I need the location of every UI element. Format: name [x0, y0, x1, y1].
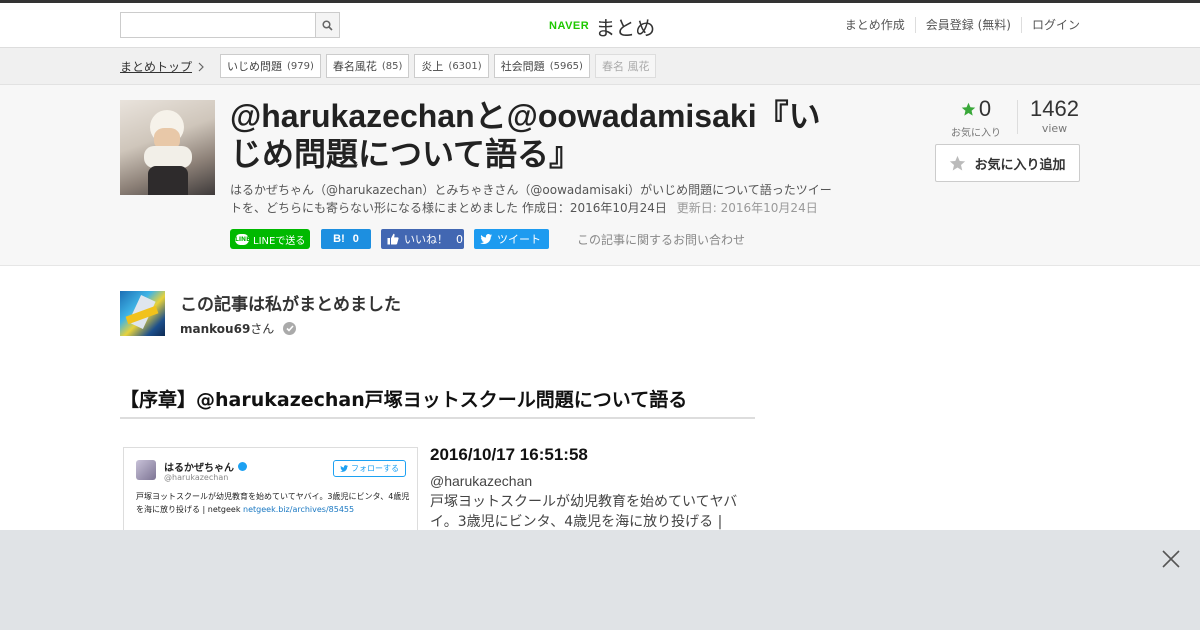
tag-label: いじめ問題 [227, 60, 282, 73]
twitter-bird-icon [340, 465, 348, 472]
hatena-b-icon: B! [333, 233, 345, 245]
tag-label: 社会問題 [500, 60, 545, 73]
breadcrumb-top-label: まとめトップ [120, 60, 193, 74]
facebook-like-label: いいね！ [404, 233, 448, 246]
thumbs-up-icon [387, 233, 399, 245]
check-circle-icon [283, 322, 297, 335]
search-button[interactable] [315, 13, 339, 37]
tag-harunafuka[interactable]: 春名風花 (85) [325, 54, 410, 78]
line-icon: LINE [235, 233, 251, 245]
tag-count: (5965) [549, 60, 583, 72]
author-suffix: さん [250, 322, 275, 336]
login-link[interactable]: ログイン [1020, 17, 1080, 33]
add-favorite-button[interactable]: お気に入り追加 [935, 144, 1080, 182]
inquiry-link[interactable]: この記事に関するお問い合わせ [577, 231, 745, 248]
twitter-bird-icon [480, 234, 492, 244]
tag-label: 炎上 [421, 60, 444, 73]
tag-ijime[interactable]: いじめ問題 (979) [220, 54, 321, 78]
section-heading: 【序章】@harukazechan戸塚ヨットスクール問題について語る [120, 385, 755, 419]
chevron-right-icon [198, 62, 204, 71]
site-header: NAVER まとめ まとめ作成 会員登録 (無料) ログイン [0, 3, 1200, 48]
breadcrumb-bar: まとめトップ いじめ問題 (979) 春名風花 (85) 炎上 (6301) 社… [0, 48, 1200, 85]
tweet-date: 2016/10/17 16:51:58 [430, 445, 588, 464]
stat-divider [1017, 100, 1018, 134]
author-name-link[interactable]: mankou69 [180, 322, 250, 336]
tweet-screenshot[interactable]: はるかぜちゃん @harukazechan フォローする 戸塚ヨットスクールが幼… [123, 447, 418, 542]
tweet-author-handle: @harukazechan [164, 473, 229, 482]
author-heading: この記事は私がまとめました [180, 295, 401, 315]
view-count: 1462 [1030, 96, 1079, 121]
hatena-bookmark-button[interactable]: B! 0 [321, 229, 371, 249]
tag-enjou[interactable]: 炎上 (6301) [414, 54, 489, 78]
line-share-label: LINEで送る [253, 235, 306, 247]
verified-badge-icon [238, 462, 247, 471]
header-nav: まとめ作成 会員登録 (無料) ログイン [835, 17, 1080, 33]
site-logo[interactable]: NAVER まとめ [549, 11, 655, 41]
tweet-image-text: 戸塚ヨットスクールが幼児教育を始めていてヤバイ。3歳児にビンタ、4歳児を海に放り… [136, 490, 411, 516]
tweet-avatar [136, 460, 156, 480]
tag-count: (85) [381, 60, 403, 72]
follow-button: フォローする [333, 460, 406, 477]
search-icon [322, 19, 333, 31]
updated-date: 更新日: 2016年10月24日 [676, 201, 818, 215]
share-bar: LINE LINEで送る B! 0 いいね！ 0 ツイート この記事に関するお問… [230, 229, 745, 249]
ad-overlay [0, 530, 1200, 630]
search-box [120, 12, 340, 38]
facebook-like-count: 0 [456, 232, 463, 246]
tag-shakaimondai[interactable]: 社会問題 (5965) [493, 54, 590, 78]
tweet-label: ツイート [497, 233, 541, 246]
logo-naver-text: NAVER [549, 20, 590, 32]
search-input[interactable] [121, 13, 315, 37]
logo-matome-text: まとめ [595, 15, 656, 40]
tag-count: (979) [287, 60, 314, 72]
create-matome-link[interactable]: まとめ作成 [835, 17, 915, 33]
tag-list: いじめ問題 (979) 春名風花 (85) 炎上 (6301) 社会問題 (59… [220, 54, 657, 78]
tweet-author: はるかぜちゃん [164, 459, 247, 474]
tweet-image-link: netgeek.biz/archives/85455 [243, 505, 355, 514]
close-icon[interactable] [1160, 548, 1182, 570]
tag-label: 春名風花 [332, 60, 377, 73]
tweet-user[interactable]: @harukazechan [430, 473, 532, 489]
register-link[interactable]: 会員登録 (無料) [914, 17, 1021, 33]
view-stat: 1462 view [1027, 96, 1082, 135]
favorite-stat: 0 お気に入り [951, 96, 1001, 139]
author-info: mankou69 さん [180, 320, 297, 337]
star-icon [950, 155, 966, 170]
breadcrumb-top-link[interactable]: まとめトップ [120, 58, 205, 75]
hatena-count: 0 [352, 233, 359, 245]
article-thumbnail [120, 100, 215, 195]
star-icon [961, 102, 976, 116]
tweet-text: 戸塚ヨットスクールが幼児教育を始めていてヤバイ。3歳児にビンタ、4歳児を海に放り… [430, 494, 738, 530]
follow-label: フォローする [351, 464, 399, 473]
tag-label: 春名 風花 [601, 60, 650, 73]
article-description: はるかぜちゃん（@harukazechan）とみちゃきさん（@oowadamis… [230, 181, 840, 217]
view-label: view [1041, 122, 1068, 135]
article-title: @harukazechanと@oowadamisaki『いじめ問題について語る』 [230, 98, 821, 172]
line-share-button[interactable]: LINE LINEで送る [230, 229, 310, 249]
tweet-author-name: はるかぜちゃん [164, 463, 234, 474]
favorite-label: お気に入り [951, 128, 1001, 139]
facebook-like-button[interactable]: いいね！ 0 [381, 229, 464, 249]
tag-count: (6301) [448, 60, 482, 72]
tag-haruna-fuka[interactable]: 春名 風花 [594, 54, 657, 78]
author-avatar[interactable] [120, 291, 165, 336]
created-date: 作成日：2016年10月24日 [521, 201, 667, 215]
favorite-count: 0 [978, 96, 992, 121]
tweet-button[interactable]: ツイート [474, 229, 549, 249]
add-favorite-label: お気に入り追加 [974, 157, 1066, 173]
article-header: @harukazechanと@oowadamisaki『いじめ問題について語る』… [0, 85, 1200, 266]
